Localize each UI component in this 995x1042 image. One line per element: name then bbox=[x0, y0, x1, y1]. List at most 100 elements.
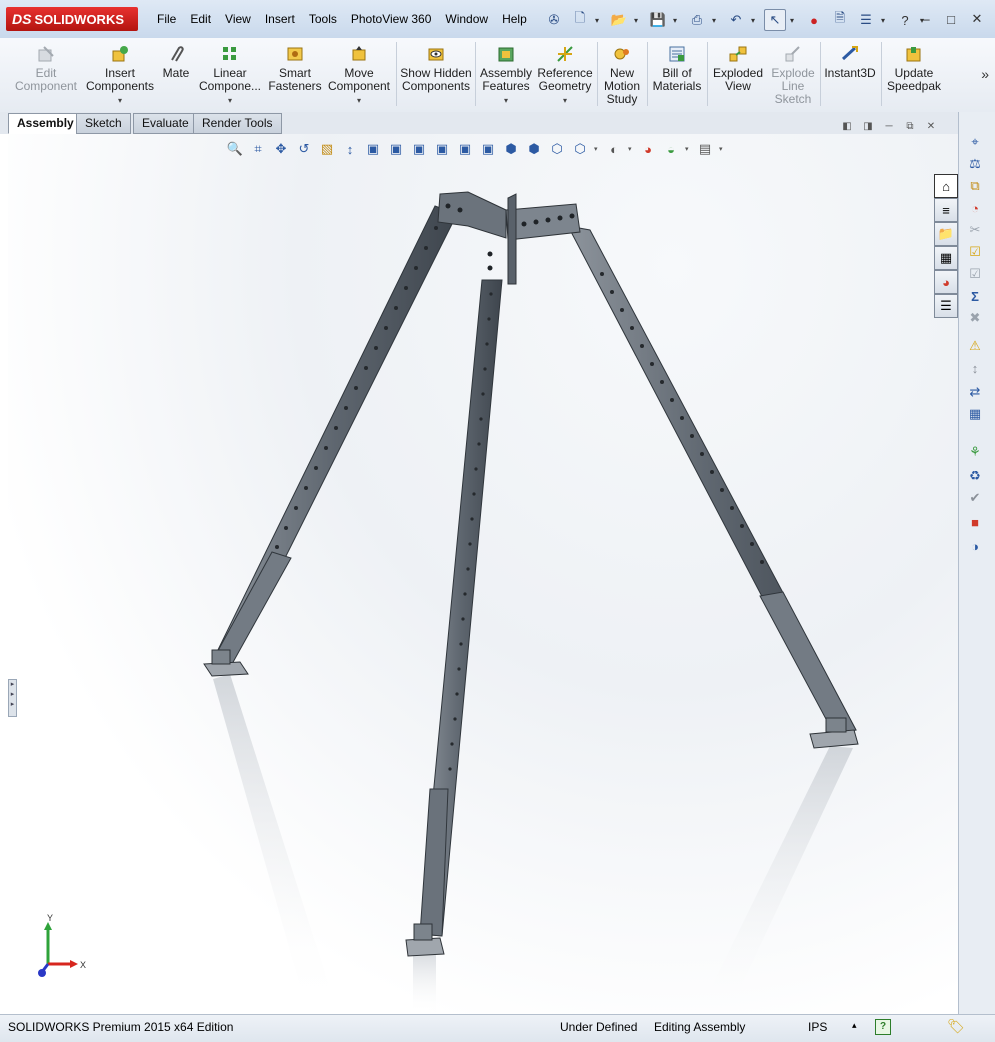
custom-properties-tab-icon[interactable]: ☰ bbox=[934, 294, 958, 318]
design-checker-icon[interactable]: ✔ bbox=[965, 488, 985, 508]
unit-system-selector[interactable]: IPS bbox=[808, 1020, 827, 1034]
undo-icon[interactable]: ↶ bbox=[725, 9, 747, 31]
pin-icon[interactable]: ✇ bbox=[543, 9, 565, 31]
move-component-button[interactable]: Move Component ▾ bbox=[326, 40, 392, 110]
tile-right-icon[interactable]: ◨ bbox=[861, 120, 875, 132]
shaded-display-icon[interactable]: ⬢ bbox=[502, 140, 520, 158]
new-document-icon[interactable]: 🗋 bbox=[569, 9, 591, 31]
doc-minimize-icon[interactable]: ─ bbox=[882, 120, 896, 132]
view-orientation-top-icon[interactable]: ▣ bbox=[456, 140, 474, 158]
insert-components-button[interactable]: Insert Components ▾ bbox=[84, 40, 156, 110]
print-dropdown-icon[interactable]: ▾ bbox=[712, 9, 721, 31]
quick-tips-help-icon[interactable]: ? bbox=[875, 1019, 891, 1035]
new-motion-study-button[interactable]: New Motion Study bbox=[600, 40, 644, 110]
view-palette-tab-icon[interactable]: ▦ bbox=[934, 246, 958, 270]
center-leg[interactable] bbox=[405, 279, 503, 957]
compare-documents-icon[interactable]: ⇄ bbox=[965, 382, 985, 402]
view-settings-dropdown-icon[interactable]: ▾ bbox=[719, 145, 725, 153]
doc-restore-icon[interactable]: ⧉ bbox=[903, 120, 917, 132]
clearance-verification-icon[interactable]: ✂ bbox=[965, 220, 985, 240]
save-icon[interactable]: 💾 bbox=[647, 9, 669, 31]
edit-component-button[interactable]: Edit Component bbox=[10, 40, 82, 110]
hide-show-dropdown-icon[interactable]: ▾ bbox=[628, 145, 634, 153]
print-icon[interactable]: ⎙ bbox=[686, 9, 708, 31]
sustainability-icon[interactable]: ♻ bbox=[965, 466, 985, 486]
bill-of-materials-button[interactable]: Bill of Materials bbox=[650, 40, 704, 110]
linear-component-dropdown-icon[interactable]: ▾ bbox=[196, 94, 264, 107]
instant3d-button[interactable]: Instant3D bbox=[822, 40, 878, 110]
doc-close-icon[interactable]: ✕ bbox=[924, 120, 938, 132]
warning-icon[interactable]: ⚠ bbox=[965, 336, 985, 356]
tab-sketch[interactable]: Sketch bbox=[76, 113, 131, 134]
performance-evaluation-icon[interactable]: ◔ bbox=[965, 198, 985, 218]
apply-scene-icon[interactable]: ◒ bbox=[662, 140, 680, 158]
solidworks-logo[interactable]: DS SOLIDWORKS bbox=[6, 7, 138, 31]
assembly-features-dropdown-icon[interactable]: ▾ bbox=[478, 94, 534, 107]
pan-icon[interactable]: ✥ bbox=[272, 140, 290, 158]
checklist-icon[interactable]: ☑ bbox=[965, 242, 985, 262]
save-dropdown-icon[interactable]: ▾ bbox=[673, 9, 682, 31]
reference-geometry-button[interactable]: Reference Geometry ▾ bbox=[536, 40, 594, 110]
view-orientation-bottom-icon[interactable]: ▣ bbox=[479, 140, 497, 158]
feature-manager-flyout-handle[interactable]: ▸ ▸ ▸ bbox=[8, 679, 17, 717]
open-dropdown-icon[interactable]: ▾ bbox=[634, 9, 643, 31]
menu-help[interactable]: Help bbox=[495, 10, 534, 30]
menu-insert[interactable]: Insert bbox=[258, 10, 302, 30]
measure-icon[interactable]: ⌖ bbox=[965, 132, 985, 152]
minimize-icon[interactable]: ─ bbox=[915, 10, 935, 28]
tab-evaluate[interactable]: Evaluate bbox=[133, 113, 198, 134]
exploded-view-button[interactable]: Exploded View bbox=[710, 40, 766, 110]
table-icon[interactable]: ▦ bbox=[965, 404, 985, 424]
ribbon-overflow-chevron-icon[interactable]: » bbox=[981, 66, 989, 82]
menu-view[interactable]: View bbox=[218, 10, 258, 30]
mate-button[interactable]: Mate bbox=[158, 40, 194, 110]
tab-assembly[interactable]: Assembly bbox=[8, 113, 83, 134]
restore-icon[interactable]: □ bbox=[941, 10, 961, 28]
zoom-to-fit-icon[interactable]: 🔍 bbox=[226, 140, 244, 158]
open-folder-icon[interactable]: 📂 bbox=[608, 9, 630, 31]
new-dropdown-icon[interactable]: ▾ bbox=[595, 9, 604, 31]
tag-icon[interactable]: 🏷 bbox=[947, 1018, 965, 1035]
units-caret-icon[interactable]: ▴ bbox=[852, 1020, 857, 1031]
options-dropdown-icon[interactable]: ▾ bbox=[881, 9, 890, 31]
options-icon[interactable]: ☰ bbox=[855, 9, 877, 31]
reference-geometry-dropdown-icon[interactable]: ▾ bbox=[536, 94, 594, 107]
view-orientation-right-icon[interactable]: ▣ bbox=[433, 140, 451, 158]
right-leg[interactable] bbox=[567, 225, 859, 749]
top-head-bracket[interactable] bbox=[437, 191, 581, 285]
menu-file[interactable]: File bbox=[150, 10, 183, 30]
mass-properties-icon[interactable]: ⚖ bbox=[965, 154, 985, 174]
tab-render-tools[interactable]: Render Tools bbox=[193, 113, 282, 134]
menu-edit[interactable]: Edit bbox=[183, 10, 218, 30]
view-orientation-front-icon[interactable]: ▣ bbox=[364, 140, 382, 158]
move-component-dropdown-icon[interactable]: ▾ bbox=[326, 94, 392, 107]
explode-line-sketch-button[interactable]: Explode Line Sketch bbox=[768, 40, 818, 110]
menu-photoview[interactable]: PhotoView 360 bbox=[344, 10, 439, 30]
render-appearance-icon[interactable]: ◑ bbox=[965, 536, 985, 556]
select-cursor-icon[interactable]: ↖ bbox=[764, 9, 786, 31]
close-icon[interactable]: ✕ bbox=[967, 10, 987, 28]
left-leg[interactable] bbox=[203, 205, 458, 677]
rebuild-traffic-light-icon[interactable]: ● bbox=[803, 9, 825, 31]
align-icon[interactable]: ↕ bbox=[965, 358, 985, 378]
file-properties-icon[interactable]: 🗎 bbox=[829, 9, 851, 31]
linear-component-pattern-button[interactable]: Linear Compone... ▾ bbox=[196, 40, 264, 110]
scene-dropdown-icon[interactable]: ▾ bbox=[685, 145, 691, 153]
file-explorer-tab-icon[interactable]: 📁 bbox=[934, 222, 958, 246]
hidden-lines-icon[interactable]: ⬡ bbox=[548, 140, 566, 158]
update-speedpak-button[interactable]: Update Speedpak bbox=[884, 40, 944, 110]
home-tab-icon[interactable]: ⌂ bbox=[934, 174, 958, 198]
insert-components-dropdown-icon[interactable]: ▾ bbox=[84, 94, 156, 107]
smart-fasteners-button[interactable]: Smart Fasteners bbox=[266, 40, 324, 110]
view-settings-icon[interactable]: ▤ bbox=[696, 140, 714, 158]
help-icon[interactable]: ? bbox=[894, 9, 916, 31]
interference-detection-icon[interactable]: ⧉ bbox=[965, 176, 985, 196]
view-orientation-back-icon[interactable]: ▣ bbox=[387, 140, 405, 158]
menu-tools[interactable]: Tools bbox=[302, 10, 344, 30]
check-disabled-icon[interactable]: ☑ bbox=[965, 264, 985, 284]
appearances-tab-icon[interactable]: ◕ bbox=[934, 270, 958, 294]
undo-dropdown-icon[interactable]: ▾ bbox=[751, 9, 760, 31]
section-view-icon[interactable]: ▧ bbox=[318, 140, 336, 158]
assembly-features-button[interactable]: Assembly Features ▾ bbox=[478, 40, 534, 110]
simulation-icon[interactable]: ⚘ bbox=[965, 442, 985, 462]
